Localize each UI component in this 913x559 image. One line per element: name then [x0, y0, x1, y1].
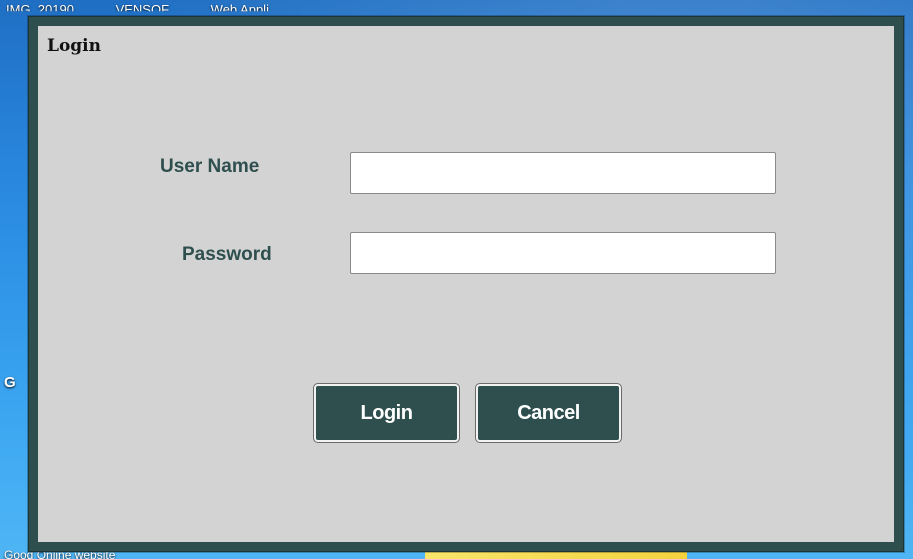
password-input[interactable] [350, 232, 776, 274]
desktop-icon-label-middle[interactable]: G [4, 374, 16, 391]
desktop-icon-label[interactable]: IMG_20190 [6, 2, 74, 11]
desktop-icon-label[interactable]: Web Appli [211, 2, 269, 11]
login-dialog-panel: Login User Name Password Login Cancel [38, 26, 894, 542]
user-name-label: User Name [160, 156, 260, 177]
password-label: Password [182, 244, 272, 265]
desktop-background: IMG_20190 VENSOF Web Appli G Good Online… [0, 0, 913, 559]
desktop-icon-labels-top: IMG_20190 VENSOF Web Appli [6, 2, 307, 11]
login-button[interactable]: Login [314, 384, 459, 442]
desktop-icon-label[interactable]: VENSOF [116, 2, 169, 11]
user-name-input[interactable] [350, 152, 776, 194]
dialog-title: Login [47, 36, 101, 56]
login-dialog: Login User Name Password Login Cancel [28, 16, 904, 552]
cancel-button[interactable]: Cancel [476, 384, 621, 442]
